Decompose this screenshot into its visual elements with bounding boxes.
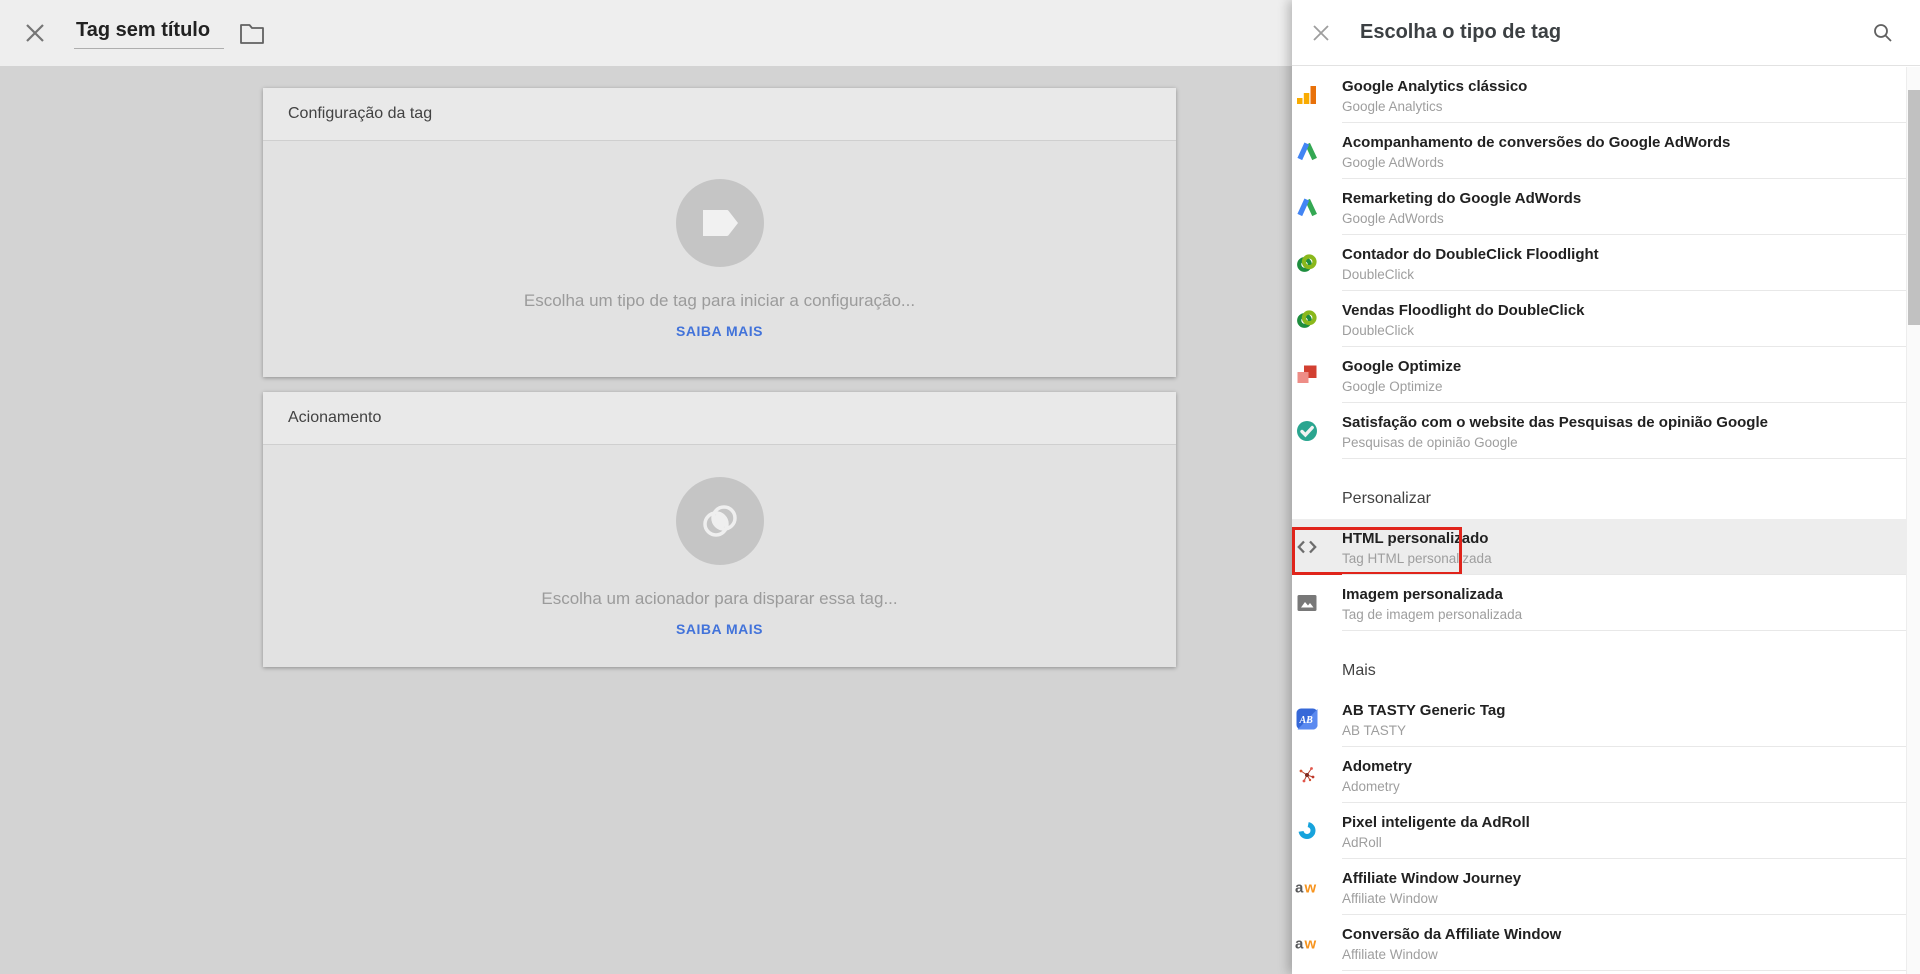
tag-type-subtitle: DoubleClick: [1342, 323, 1415, 338]
learn-more-link[interactable]: SAIBA MAIS: [676, 323, 763, 339]
adroll-icon: [1294, 818, 1320, 844]
scrollbar-thumb[interactable]: [1908, 90, 1920, 325]
close-editor-button[interactable]: [20, 18, 50, 48]
tag-type-subtitle: DoubleClick: [1342, 267, 1415, 282]
editor-topbar: Tag sem título: [0, 0, 1292, 66]
tag-type-item[interactable]: AB AB TASTY Generic Tag AB TASTY: [1292, 691, 1906, 747]
tag-type-subtitle: Google AdWords: [1342, 155, 1444, 170]
trigger-hint: Escolha um acionador para disparar essa …: [541, 589, 898, 608]
tag-type-title: Imagem personalizada: [1342, 586, 1503, 603]
tag-type-subtitle: Pesquisas de opinião Google: [1342, 435, 1518, 450]
tag-configuration-header: Configuração da tag: [263, 88, 1176, 141]
tag-type-title: Google Analytics clássico: [1342, 78, 1528, 95]
tag-type-list: Google Analytics clássico Google Analytic…: [1292, 67, 1906, 974]
tag-type-item[interactable]: a w Conversão da Affiliate Window Affiliat…: [1292, 915, 1906, 971]
tag-configuration-card: Configuração da tag Escolha um tipo de t…: [263, 88, 1176, 377]
tag-type-subtitle: Affiliate Window: [1342, 947, 1438, 962]
google-optimize-icon: [1294, 362, 1320, 388]
svg-text:a: a: [1295, 936, 1304, 953]
tag-type-subtitle: Google Optimize: [1342, 379, 1443, 394]
tag-type-subtitle: Adometry: [1342, 779, 1400, 794]
close-panel-button[interactable]: [1306, 18, 1336, 48]
tag-type-title: HTML personalizado: [1342, 530, 1489, 547]
trigger-body[interactable]: Escolha um acionador para disparar essa …: [263, 445, 1176, 637]
tag-type-subtitle: Affiliate Window: [1342, 891, 1438, 906]
tag-type-item[interactable]: Imagem personalizada Tag de imagem person…: [1292, 575, 1906, 631]
tag-type-title: AB TASTY Generic Tag: [1342, 702, 1506, 719]
learn-more-link[interactable]: SAIBA MAIS: [676, 621, 763, 637]
tag-type-title: Vendas Floodlight do DoubleClick: [1342, 302, 1585, 319]
editor-canvas: Configuração da tag Escolha um tipo de t…: [0, 66, 1292, 974]
svg-text:a: a: [1295, 880, 1304, 897]
google-surveys-icon: [1294, 418, 1320, 444]
tag-type-title: Satisfação com o website das Pesquisas d…: [1342, 414, 1768, 431]
tag-type-title: Acompanhamento de conversões do Google A…: [1342, 134, 1731, 151]
search-icon: [1874, 23, 1892, 42]
tag-type-item[interactable]: Remarketing do Google AdWords Google AdWo…: [1292, 179, 1906, 235]
tag-configuration-hint: Escolha um tipo de tag para iniciar a co…: [523, 291, 916, 310]
tag-type-subtitle: AB TASTY: [1342, 723, 1407, 738]
tag-name-field[interactable]: Tag sem título: [74, 17, 225, 49]
google-analytics-classic-icon: [1294, 82, 1320, 108]
tag-type-title: Affiliate Window Journey: [1342, 870, 1522, 887]
tag-type-subtitle: Google Analytics: [1342, 99, 1443, 114]
tag-type-title: Conversão da Affiliate Window: [1342, 926, 1562, 943]
adwords-remarketing-icon: [1294, 194, 1320, 220]
tag-type-item[interactable]: Adometry Adometry: [1292, 747, 1906, 803]
svg-text:w: w: [1304, 936, 1317, 953]
custom-html-icon: [1294, 534, 1320, 560]
tag-type-item[interactable]: HTML personalizado Tag HTML personalizada: [1292, 519, 1906, 575]
tag-type-subtitle: Tag HTML personalizada: [1342, 551, 1492, 566]
section-header: Mais: [1342, 662, 1376, 679]
tag-type-title: Google Optimize: [1342, 358, 1462, 375]
tag-type-subtitle: Google AdWords: [1342, 211, 1444, 226]
panel-title: Escolha o tipo de tag: [1360, 21, 1562, 43]
trigger-icon: [702, 505, 737, 537]
tag-type-item[interactable]: a w Affiliate Window Journey Affiliate Win…: [1292, 859, 1906, 915]
ab-tasty-icon: AB: [1294, 706, 1320, 732]
tag-type-subtitle: Tag de imagem personalizada: [1342, 607, 1523, 622]
tag-type-title: Pixel inteligente da AdRoll: [1342, 814, 1530, 831]
tag-type-title: Adometry: [1342, 758, 1413, 775]
trigger-header: Acionamento: [263, 392, 1176, 445]
tag-type-item[interactable]: Google Analytics clássico Google Analytic…: [1292, 67, 1906, 123]
tag-type-item[interactable]: Satisfação com o website das Pesquisas d…: [1292, 403, 1906, 459]
trigger-card: Acionamento Escolha um acionador para di…: [263, 392, 1176, 667]
tag-type-title: Remarketing do Google AdWords: [1342, 190, 1582, 207]
section-header: Personalizar: [1342, 490, 1431, 507]
affiliate-window-icon: a w: [1294, 930, 1320, 956]
close-icon: [1313, 24, 1329, 41]
search-button[interactable]: [1868, 18, 1898, 48]
trigger-circle: [675, 477, 764, 565]
panel-scrollbar[interactable]: [1906, 67, 1920, 974]
adwords-conversion-icon: [1294, 138, 1320, 164]
folder-button[interactable]: [236, 18, 268, 48]
adometry-icon: [1294, 762, 1320, 788]
tag-configuration-body[interactable]: Escolha um tipo de tag para iniciar a co…: [263, 141, 1176, 339]
custom-image-icon: [1294, 590, 1320, 616]
tag-type-subtitle: AdRoll: [1342, 835, 1382, 850]
tag-type-item[interactable]: Pixel inteligente da AdRoll AdRoll: [1292, 803, 1906, 859]
tag-type-panel-header: Escolha o tipo de tag: [1292, 0, 1920, 66]
tag-type-title: Contador do DoubleClick Floodlight: [1342, 246, 1599, 263]
tag-type-item[interactable]: Vendas Floodlight do DoubleClick DoubleCl…: [1292, 291, 1906, 347]
doubleclick-counter-icon: [1294, 250, 1320, 276]
folder-icon: [240, 24, 264, 44]
tag-type-item[interactable]: Google Optimize Google Optimize: [1292, 347, 1906, 403]
doubleclick-sales-icon: [1294, 306, 1320, 332]
tag-icon: [702, 210, 738, 236]
close-icon: [26, 24, 44, 42]
tag-type-item[interactable]: Acompanhamento de conversões do Google A…: [1292, 123, 1906, 179]
tag-circle: [675, 179, 764, 267]
svg-text:AB: AB: [1299, 715, 1314, 726]
tag-type-item[interactable]: Contador do DoubleClick Floodlight Double…: [1292, 235, 1906, 291]
tag-type-panel: Escolha o tipo de tag Google Analytics c…: [1292, 0, 1920, 974]
svg-text:w: w: [1304, 880, 1317, 897]
affiliate-window-icon: a w: [1294, 874, 1320, 900]
